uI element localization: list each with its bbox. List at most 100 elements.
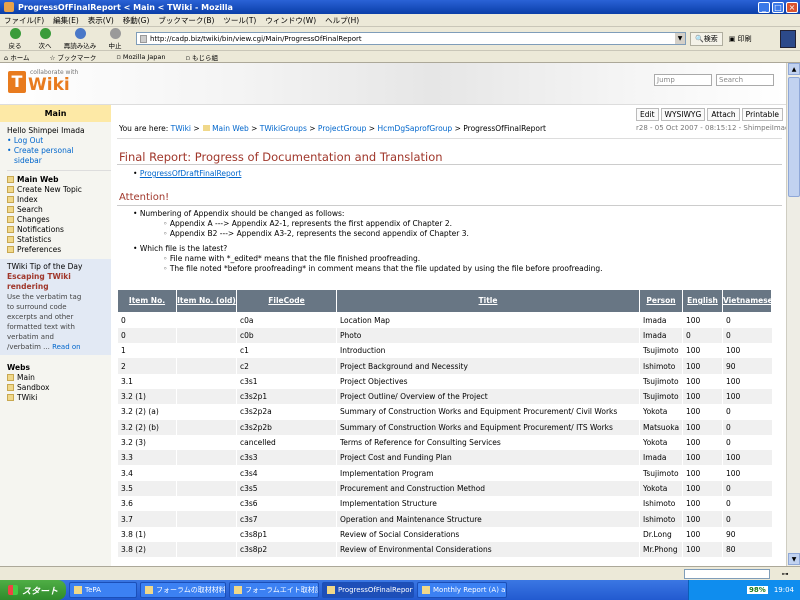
menu-edit[interactable]: 編集(E) <box>53 15 79 26</box>
breadcrumb-projectgroup[interactable]: ProjectGroup <box>318 124 367 133</box>
minimize-button[interactable]: _ <box>758 1 770 13</box>
task-progress-report[interactable]: ProgressOfFinalReport... <box>322 582 414 598</box>
battery-indicator[interactable]: 98% <box>747 586 768 594</box>
twiki-logo[interactable]: T collaborate with Wiki <box>8 69 78 95</box>
stop-button[interactable]: 中止 <box>100 27 130 50</box>
search-input[interactable]: Search <box>716 74 774 86</box>
bookmark-bookmarks[interactable]: ☆ ブックマーク <box>50 52 107 62</box>
task-forum-material[interactable]: フォーラムの取材材料 <box>140 582 226 598</box>
bookmark-home[interactable]: ⌂ ホーム <box>4 52 40 62</box>
reload-button[interactable]: 再読み込み <box>60 27 100 50</box>
task-tepa[interactable]: TePA <box>69 582 137 598</box>
col-title[interactable]: Title <box>336 289 640 313</box>
table-row: 3.2 (2) (a) c3s2p2a Summary of Constructio… <box>117 404 772 420</box>
vietnamese-cell: 0 <box>722 511 772 527</box>
bookmark-mojira[interactable]: ▫ もじら組 <box>186 52 228 62</box>
close-button[interactable]: × <box>786 1 798 13</box>
jump-input[interactable]: Jump <box>654 74 712 86</box>
col-english[interactable]: English <box>682 289 723 313</box>
back-arrow-icon <box>9 27 21 39</box>
menu-help[interactable]: ヘルプ(H) <box>325 15 359 26</box>
person-cell: Yokota <box>639 434 683 451</box>
web-sandbox[interactable]: Sandbox <box>7 383 111 393</box>
menu-bookmarks[interactable]: ブックマーク(B) <box>158 15 214 26</box>
english-cell: 100 <box>682 312 723 328</box>
person-cell: Ishimoto <box>639 358 683 374</box>
web-main[interactable]: Main <box>7 373 111 383</box>
col-filecode[interactable]: FileCode <box>236 289 337 313</box>
menu-go[interactable]: 移動(G) <box>123 15 150 26</box>
search-button[interactable]: 🔍 検索 <box>690 31 723 46</box>
sidebar-item-search[interactable]: Search <box>7 205 111 215</box>
printable-button[interactable]: Printable <box>741 108 783 121</box>
task-forum8[interactable]: フォーラムエイト取材記... <box>229 582 319 598</box>
title-cell: Summary of Construction Works and Equipm… <box>336 419 640 435</box>
edit-button[interactable]: Edit <box>636 108 659 121</box>
sidebar-web-title[interactable]: Main <box>0 105 111 122</box>
sidebar-item-statistics[interactable]: Statistics <box>7 235 111 245</box>
web-twiki[interactable]: TWiki <box>7 393 111 403</box>
draft-report-link[interactable]: ProgressOfDraftFinalReport <box>140 169 242 178</box>
col-item-no[interactable]: Item No. <box>117 289 177 313</box>
person-cell: Imada <box>639 327 683 344</box>
status-security-icon: ⊶ <box>781 569 789 578</box>
filecode-cell: c3s2p1 <box>236 388 337 405</box>
scroll-up-icon[interactable]: ▲ <box>788 63 800 75</box>
table-row: 3.5 c3s5 Procurement and Construction Meth… <box>117 480 772 497</box>
table-row: 2 c2 Project Background and Necessity Ishim… <box>117 358 772 374</box>
tip-read-on-link[interactable]: Read on <box>52 343 81 351</box>
menu-window[interactable]: ウィンドウ(W) <box>265 15 316 26</box>
printer-icon: ▣ <box>728 34 736 43</box>
url-input[interactable]: http://cadp.biz/twiki/bin/view.cgi/Main/… <box>136 32 686 45</box>
menu-view[interactable]: 表示(V) <box>88 15 114 26</box>
item-no-cell: 2 <box>117 358 177 374</box>
item-no-old-cell <box>176 404 237 420</box>
start-button[interactable]: スタート <box>0 580 66 600</box>
web-folder-icon <box>7 374 14 381</box>
print-button[interactable]: ▣ 印刷 <box>729 34 752 44</box>
breadcrumb-main-web[interactable]: Main Web <box>212 124 249 133</box>
scroll-down-icon[interactable]: ▼ <box>788 553 800 565</box>
scroll-thumb[interactable] <box>788 77 800 197</box>
attach-button[interactable]: Attach <box>707 108 740 121</box>
breadcrumb-twikigroups[interactable]: TWikiGroups <box>260 124 307 133</box>
forward-button[interactable]: 次へ <box>30 27 60 50</box>
table-row: 3.2 (1) c3s2p1 Project Outline/ Overview o… <box>117 388 772 405</box>
tip-heading-2[interactable]: rendering <box>7 282 107 292</box>
item-no-cell: 3.4 <box>117 465 177 481</box>
url-dropdown-icon[interactable]: ▼ <box>675 33 685 44</box>
bookmark-mozilla-japan[interactable]: ▫ Mozilla Japan <box>116 53 175 61</box>
tip-line: /verbatim ... Read on <box>7 343 81 351</box>
back-button[interactable]: 戻る <box>0 27 30 50</box>
menu-file[interactable]: ファイル(F) <box>4 15 44 26</box>
sidebar-item-notifications[interactable]: Notifications <box>7 225 111 235</box>
create-personal-sidebar-link-2[interactable]: sidebar <box>7 156 111 166</box>
filecode-cell: c0a <box>236 312 337 328</box>
col-vietnamese[interactable]: Vietnamese <box>722 289 773 313</box>
create-personal-sidebar-link[interactable]: • Create personal <box>7 146 111 156</box>
window-title-bar: ProgressOfFinalReport < Main < TWiki - M… <box>0 0 800 14</box>
sidebar-item-create-topic[interactable]: Create New Topic <box>7 185 111 195</box>
task-monthly-report[interactable]: Monthly Report (A) a... <box>417 582 507 598</box>
breadcrumb-twiki[interactable]: TWiki <box>171 124 191 133</box>
menu-tools[interactable]: ツール(T) <box>223 15 256 26</box>
sidebar-item-index[interactable]: Index <box>7 195 111 205</box>
vietnamese-cell: 80 <box>722 541 772 558</box>
tip-title: TWiki Tip of the Day <box>7 262 83 271</box>
tip-heading-1[interactable]: Escaping TWiki <box>7 272 107 282</box>
english-cell: 0 <box>682 327 723 344</box>
col-item-no-old[interactable]: Item No. (old) <box>176 289 237 313</box>
col-person[interactable]: Person <box>639 289 683 313</box>
logout-link[interactable]: • Log Out <box>7 136 111 146</box>
vietnamese-cell: 100 <box>722 373 772 389</box>
breadcrumb-hcmdgsaprofgroup[interactable]: HcmDgSaprofGroup <box>377 124 452 133</box>
wysiwyg-button[interactable]: WYSIWYG <box>660 108 706 121</box>
sidebar-item-preferences[interactable]: Preferences <box>7 245 111 255</box>
clock: 19:04 <box>773 586 794 594</box>
vertical-scrollbar[interactable]: ▲ ▼ <box>786 63 800 566</box>
title-cell: Operation and Maintenance Structure <box>336 511 640 527</box>
maximize-button[interactable]: □ <box>772 1 784 13</box>
sidebar-main-web[interactable]: Main Web <box>7 175 111 185</box>
sidebar-item-changes[interactable]: Changes <box>7 215 111 225</box>
page-icon <box>140 34 147 43</box>
